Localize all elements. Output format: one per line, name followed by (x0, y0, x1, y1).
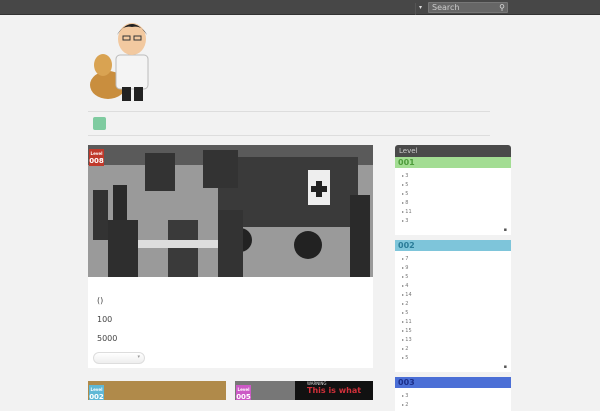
list-item[interactable]: 15 (402, 326, 511, 335)
list-item[interactable]: 5 (402, 189, 511, 198)
list-item[interactable]: 2 (402, 344, 511, 353)
more-link[interactable]: ▪ (395, 364, 511, 372)
list-item[interactable]: 8 (402, 198, 511, 207)
chevron-down-icon: ▾ (137, 354, 140, 360)
post-text: () (97, 296, 104, 305)
list-item[interactable]: 2 (402, 299, 511, 308)
list-item[interactable]: 11 (402, 207, 511, 216)
top-bar: ▾ Search ⚲ (0, 0, 600, 15)
level-badge: Level 002 (89, 385, 104, 400)
list-item[interactable]: 5 (402, 272, 511, 281)
level-badge: Level 005 (236, 385, 251, 400)
category-marker[interactable] (93, 117, 106, 130)
list-item[interactable]: 5 (402, 180, 511, 189)
list-item[interactable]: 11 (402, 317, 511, 326)
list-item[interactable]: 2 (402, 400, 511, 409)
divider (88, 111, 490, 112)
post-text: 5000 (97, 334, 118, 343)
list-item[interactable]: 4 (402, 281, 511, 290)
level-badge: Level 008 (89, 149, 104, 166)
widget-title: Level (395, 145, 511, 157)
site-logo-avatar[interactable] (86, 15, 156, 103)
tile-headline: This is what (307, 386, 362, 395)
list-item[interactable]: 3 (402, 171, 511, 180)
list-item[interactable]: 5 (402, 353, 511, 362)
list-item[interactable]: 7 (402, 254, 511, 263)
post-tile[interactable]: Level 005 WARNING This is what (235, 381, 373, 400)
post-card: Level 008 () 100 5000 ▾ (88, 145, 373, 368)
section-header[interactable]: 001 (395, 157, 511, 168)
section-header[interactable]: 003 (395, 377, 511, 388)
list-item[interactable]: 3 (402, 216, 511, 225)
divider (88, 135, 490, 136)
post-text: 100 (97, 315, 113, 324)
section-header[interactable]: 002 (395, 240, 511, 251)
post-tile[interactable]: Level 002 (88, 381, 226, 400)
search-icon[interactable]: ⚲ (499, 3, 505, 12)
list-item[interactable]: 9 (402, 263, 511, 272)
list-item[interactable]: 3 (402, 391, 511, 400)
more-link[interactable]: ▪ (395, 227, 511, 235)
section-list: 7954142511151325 (395, 251, 511, 364)
list-item[interactable]: 14 (402, 290, 511, 299)
section-list: 3558113 (395, 168, 511, 227)
sidebar-level-widget: Level 0013558113▪0027954142511151325▪003… (395, 145, 511, 411)
list-item[interactable]: 13 (402, 335, 511, 344)
select-dropdown[interactable]: ▾ (93, 352, 145, 364)
search-placeholder: Search (432, 3, 460, 12)
post-photo[interactable] (88, 145, 373, 277)
search-input[interactable]: Search ⚲ (428, 2, 508, 13)
list-item[interactable]: 5 (402, 308, 511, 317)
dropdown-toggle[interactable]: ▾ (415, 3, 422, 15)
